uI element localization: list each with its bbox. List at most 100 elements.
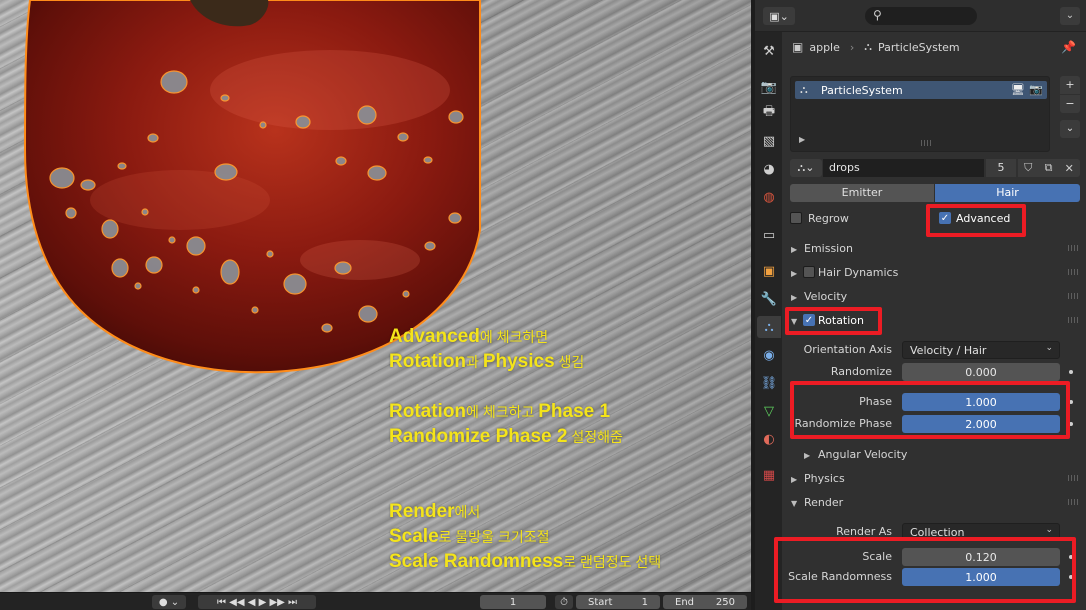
modifier-tab-icon[interactable]: 🔧 [757,288,781,310]
randomize-label: Randomize [830,365,892,378]
keying-button[interactable]: ● ⌄ [152,595,186,609]
hair-dynamics-expand-arrow[interactable]: ▶ [791,269,797,278]
list-resize-grip[interactable] [921,140,931,146]
end-frame-field[interactable]: End 250 [663,595,747,609]
emitter-toggle[interactable]: Emitter [790,184,934,202]
object-tab-icon[interactable]: ▣ [757,260,781,282]
hair-dynamics-checkbox[interactable] [803,266,815,278]
editor-type-menu[interactable]: ▣⌄ [763,7,795,25]
velocity-expand-arrow[interactable]: ▶ [791,293,797,302]
regrow-label: Regrow [808,212,849,225]
duplicate-icon[interactable]: ⧉ [1045,161,1053,175]
end-label: End [675,596,695,608]
annotation-line-6: Scale로 물방울 크기조절 [389,526,550,547]
settings-name-field[interactable]: drops [823,159,984,177]
highlight-rotation [785,307,882,335]
apple-model[interactable] [0,0,751,592]
highlight-phase [790,381,1070,439]
material-tab-icon[interactable]: ◐ [757,428,781,450]
hair-toggle[interactable]: Hair [935,184,1080,202]
breadcrumb-separator: › [849,40,855,54]
start-value: 1 [641,596,648,608]
highlight-scale [774,537,1076,603]
scene-tab-icon[interactable]: ◕ [757,158,781,180]
annotation-line-5: Render에서 [389,501,481,522]
list-specials-menu[interactable]: ⌄ [1060,120,1080,138]
data-tab-icon[interactable]: ▽ [757,400,781,422]
fake-user-icon[interactable]: ⛉ [1024,161,1032,175]
hair-dynamics-section-header[interactable]: Hair Dynamics [818,266,898,279]
stopwatch-icon[interactable]: ⏱ [555,595,573,609]
breadcrumb-object: apple [809,40,840,54]
annotation-line-3: Rotation에 체크하고 Phase 1 [389,401,611,422]
velocity-section-header[interactable]: Velocity [804,290,847,303]
render-collapse-arrow[interactable]: ▼ [791,499,797,508]
view-layer-tab-icon[interactable]: ▧ [757,130,781,152]
start-label: Start [588,596,613,608]
chevron-down-icon: ⌄ [1045,343,1053,353]
constraints-tab-icon[interactable]: ⛓ [757,372,781,394]
pin-icon[interactable]: 📌 [1061,40,1076,54]
emission-section-header[interactable]: Emission [804,242,853,255]
users-count[interactable]: 5 [986,159,1016,177]
tool-tab-icon[interactable]: ⚒ [757,40,781,62]
annotation-line-4: Randomize Phase 2 설정해줌 [389,426,623,447]
playback-controls[interactable]: ⏮ ◀◀ ◀ ▶ ▶▶ ⏭ [198,595,316,609]
physics-section-header[interactable]: Physics [804,472,845,485]
panel-grip[interactable] [1068,475,1078,481]
add-button[interactable]: + [1060,76,1080,94]
camera-icon[interactable]: 📷 [1029,83,1043,96]
monitor-icon[interactable]: 🖥 [1011,83,1025,96]
particle-system-icon: ⛬ [864,40,872,53]
chevron-down-icon: ⌄ [1045,525,1053,535]
end-value: 250 [715,596,735,608]
breadcrumb-system: ParticleSystem [877,40,960,54]
list-expand-arrow[interactable]: ▶ [799,135,805,144]
orientation-axis-label: Orientation Axis [803,343,892,356]
physics-expand-arrow[interactable]: ▶ [791,475,797,484]
angular-velocity-expand-arrow[interactable]: ▶ [804,451,810,460]
keyframe-dot[interactable] [1069,370,1073,374]
chevron-down-icon[interactable]: ⌄ [1060,7,1080,25]
particle-properties-panel: ▣ apple › ⛬ ParticleSystem 📌 ⛬ ParticleS… [774,32,1086,610]
randomize-field[interactable]: 0.000 [902,363,1060,381]
panel-grip[interactable] [1068,269,1078,275]
breadcrumb: ▣ apple › ⛬ ParticleSystem [792,39,960,55]
timeline-bar: ● ⌄ ⏮ ◀◀ ◀ ▶ ▶▶ ⏭ 1 ⏱ Start 1 End 250 [0,592,751,610]
emission-expand-arrow[interactable]: ▶ [791,245,797,254]
panel-grip[interactable] [1068,317,1078,323]
properties-editor: ▣⌄ ⚲ ⌄ ⚒ 📷 🖶 ▧ ◕ ◍ ▭ ▣ 🔧 ⛬ ◉ ⛓ ▽ ◐ ▦ ▣ a… [755,0,1086,610]
close-icon[interactable]: ✕ [1065,162,1074,175]
panel-grip[interactable] [1068,293,1078,299]
render-section-header[interactable]: Render [804,496,843,509]
object-icon: ▣ [792,40,804,54]
properties-tabs: ⚒ 📷 🖶 ▧ ◕ ◍ ▭ ▣ 🔧 ⛬ ◉ ⛓ ▽ ◐ ▦ [755,32,782,610]
annotation-line-2: Rotation과 Physics 생김 [389,351,585,372]
regrow-checkbox[interactable] [790,212,802,224]
annotation-line-1: Advanced에 체크하면 [389,326,549,347]
list-item[interactable]: ⛬ ParticleSystem 🖥 📷 [795,81,1047,99]
datablock-actions: ⛉ ⧉ ✕ [1018,159,1080,177]
search-icon: ⚲ [873,8,882,22]
orientation-axis-select[interactable]: Velocity / Hair ⌄ [902,341,1060,359]
panel-grip[interactable] [1068,499,1078,505]
collection-tab-icon[interactable]: ▭ [757,224,781,246]
3d-viewport[interactable]: Advanced에 체크하면 Rotation과 Physics 생김 Rota… [0,0,751,592]
physics-tab-icon[interactable]: ◉ [757,344,781,366]
start-frame-field[interactable]: Start 1 [576,595,660,609]
output-tab-icon[interactable]: 🖶 [757,102,781,124]
angular-velocity-subpanel-header[interactable]: Angular Velocity [818,448,907,461]
properties-header: ▣⌄ ⚲ ⌄ [755,0,1086,32]
current-frame-field[interactable]: 1 [480,595,546,609]
remove-button[interactable]: − [1060,95,1080,113]
settings-browse-button[interactable]: ⛬⌄ [790,159,822,177]
render-tab-icon[interactable]: 📷 [757,76,781,98]
search-input[interactable]: ⚲ [865,7,977,25]
texture-tab-icon[interactable]: ▦ [757,464,781,486]
particle-system-icon: ⛬ [800,83,808,96]
particles-tab-icon[interactable]: ⛬ [757,316,781,338]
highlight-advanced [926,204,1026,237]
panel-grip[interactable] [1068,245,1078,251]
world-tab-icon[interactable]: ◍ [757,186,781,208]
particle-system-list[interactable]: ⛬ ParticleSystem 🖥 📷 ▶ [790,76,1050,152]
